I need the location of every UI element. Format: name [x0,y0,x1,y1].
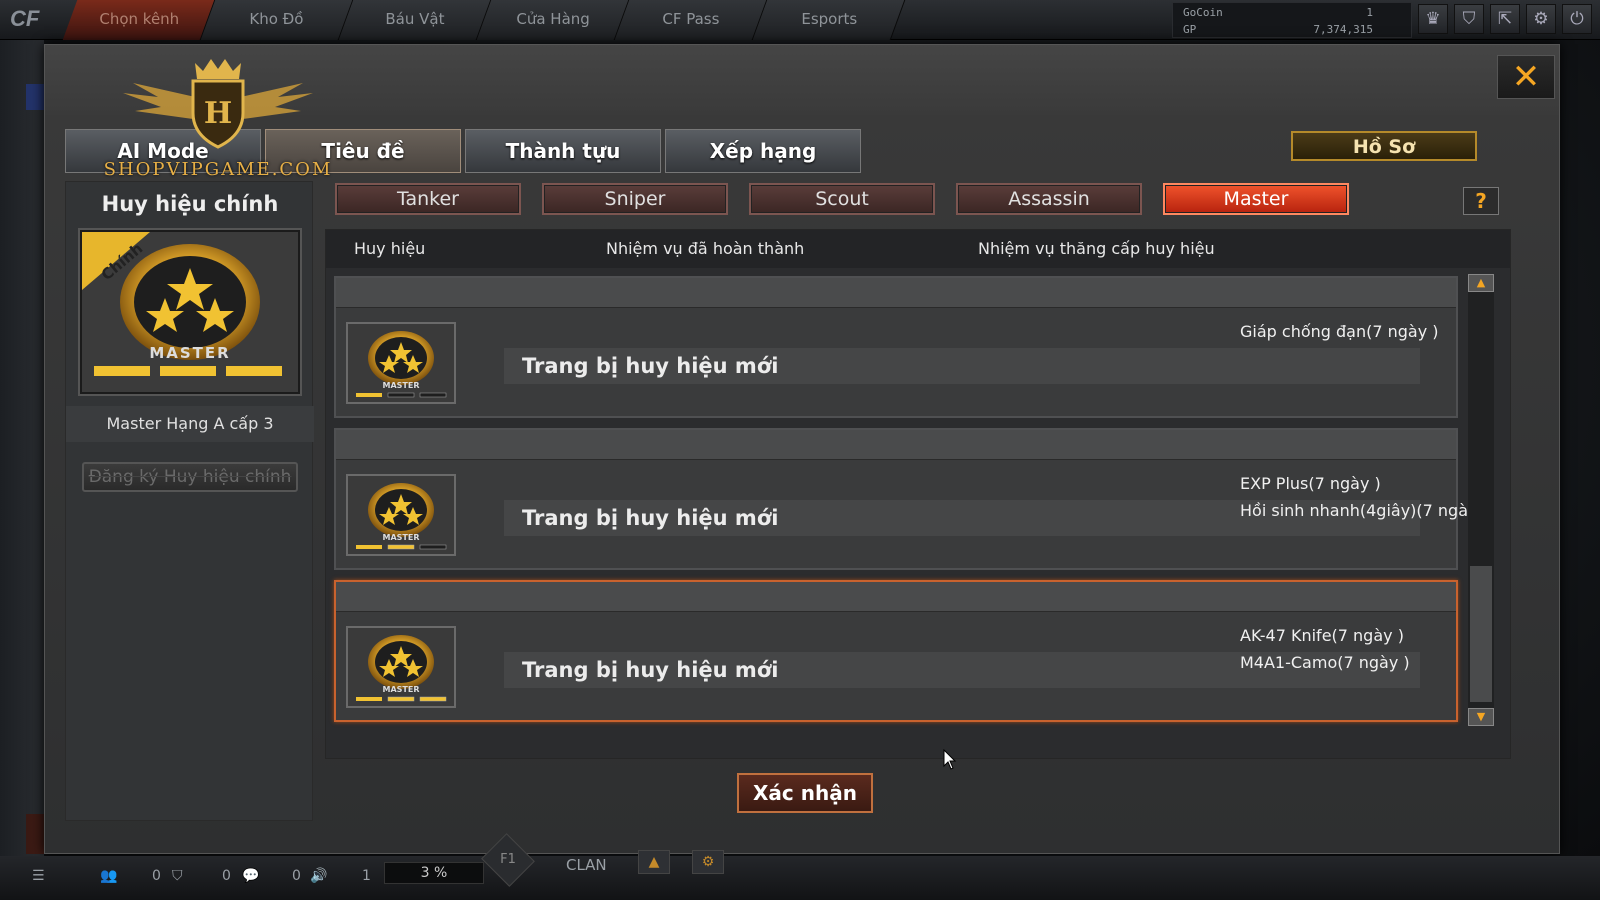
reward-item: AK-47 Knife(7 ngày ) [1240,626,1404,645]
friends-count: 0 [152,868,161,884]
gocoin-value: 1 [1366,6,1373,19]
gocoin-label: GoCoin [1183,6,1223,19]
badge-row[interactable]: MASTER Trang bị huy hiệu mới AK-47 Knife… [334,580,1458,722]
clan-label: CLAN [566,856,607,874]
scroll-thumb[interactable] [1470,566,1492,702]
currency-panel: GoCoin 1 GP 7,374,315 [1172,2,1412,38]
row-badge-label: MASTER [383,685,420,694]
badge-row[interactable]: MASTER Trang bị huy hiệu mới EXP Plus(7 … [334,428,1477,570]
row-badge-label: MASTER [383,381,420,390]
background-blue-tab [26,84,44,110]
rank-icon[interactable]: ♛ [1418,4,1448,34]
badge-master-text: MASTER [149,344,230,362]
menu-list-icon[interactable]: ☰ [32,868,45,884]
column-header-completed: Nhiệm vụ đã hoàn thành [606,239,805,258]
tab-2[interactable]: Thành tựu [465,129,661,173]
nav-item-label: Báu Vật [385,10,445,28]
tab-1[interactable]: Tiêu đề [265,129,461,173]
crossfire-logo: CF [10,6,40,31]
reward-item: EXP Plus(7 ngày ) [1240,474,1381,493]
exit-room-icon[interactable]: ⇱ [1490,4,1520,34]
reward-list: Giáp chống đạn(7 ngày ) [1240,318,1439,345]
nav-item-1[interactable]: Kho Đồ [200,0,354,40]
class-tab-tanker[interactable]: Tanker [335,183,521,215]
clan-settings-gear-icon[interactable]: ⚙ [692,850,724,874]
row-badge-image: MASTER [346,322,456,404]
row-badge-label: MASTER [383,533,420,542]
shield-icon[interactable]: ⛉ [1454,4,1484,34]
f1-label: F1 [500,852,516,867]
badge-row[interactable]: MASTER Trang bị huy hiệu mới Giáp chống … [334,276,1458,418]
nav-item-4[interactable]: CF Pass [614,0,768,40]
class-tabs: Tanker Sniper Scout Assassin Master [335,183,1349,215]
help-button[interactable]: ? [1463,187,1499,215]
tab-0[interactable]: AI Mode [65,129,261,173]
confirm-button[interactable]: Xác nhận [737,773,873,813]
list-scrollbar[interactable]: ▲ ▼ [1468,274,1494,726]
scroll-down-arrow-icon[interactable]: ▼ [1468,708,1494,726]
speaker-icon[interactable]: 🔊 [310,868,327,884]
nav-item-label: Esports [800,10,857,28]
class-tab-scout[interactable]: Scout [749,183,935,215]
main-menu: Chọn kênh Kho Đồ Báu Vật Cửa Hàng CF Pass Esp… [62,0,906,40]
row-header [336,582,1456,612]
class-tab-assassin[interactable]: Assassin [956,183,1142,215]
main-tabs: AI Mode Tiêu đề Thành tựu Xếp hạng [65,129,861,173]
reward-item: Giáp chống đạn(7 ngày ) [1240,322,1439,341]
class-tab-sniper[interactable]: Sniper [542,183,728,215]
nav-item-2[interactable]: Báu Vật [338,0,492,40]
nav-item-label: Cửa Hàng [516,10,590,28]
nav-item-label: CF Pass [662,10,720,28]
main-badge-panel: Huy hiệu chính Chính MASTER Master Hạng … [65,181,314,821]
main-badge-image: Chính MASTER [78,228,302,396]
profile-button[interactable]: Hồ Sơ [1291,131,1477,161]
expand-up-button[interactable]: ▲ [638,850,670,874]
main-badge-title: Huy hiệu chính [101,192,279,216]
mouse-cursor-icon [943,749,957,770]
main-badge-name: Master Hạng A cấp 3 [66,406,314,442]
top-navigation-bar: CF Chọn kênh Kho Đồ Báu Vật Cửa Hàng CF Pass… [0,0,1600,40]
column-header-badge: Huy hiệu [354,239,426,258]
progress-percent: 3 % [384,862,484,884]
nav-item-label: Chọn kênh [98,10,179,28]
badge-dialog: ✕ AI Mode Tiêu đề Thành tựu Xếp hạng Hồ Sơ … [44,44,1560,854]
power-icon[interactable]: ⏻ [1562,4,1592,34]
row-badge-image: MASTER [346,626,456,708]
gp-value: 7,374,315 [1313,23,1373,36]
volume-level: 1 [362,868,371,884]
chat-count: 0 [292,868,301,884]
background-side-strip [0,40,44,860]
nav-item-0[interactable]: Chọn kênh [62,0,216,40]
clan-shield-icon[interactable]: ⛉ [172,868,183,884]
register-main-badge-button[interactable]: Đăng ký Huy hiệu chính [82,462,298,492]
reward-list: AK-47 Knife(7 ngày ) M4A1-Camo(7 ngày ) [1240,622,1410,676]
dialog-header [45,45,1559,115]
reward-item: M4A1-Camo(7 ngày ) [1240,653,1410,672]
gp-label: GP [1183,23,1197,36]
column-headers: Huy hiệu Nhiệm vụ đã hoàn thành Nhiệm vụ… [326,230,1510,268]
class-tab-master[interactable]: Master [1163,183,1349,215]
scroll-up-arrow-icon[interactable]: ▲ [1468,274,1494,292]
nav-item-3[interactable]: Cửa Hàng [476,0,630,40]
row-header [336,278,1456,308]
reward-item: Hồi sinh nhanh(4giây)(7 ngày [1240,501,1478,520]
row-header [336,430,1456,460]
clan-count: 0 [222,868,231,884]
badge-list-area: Huy hiệu Nhiệm vụ đã hoàn thành Nhiệm vụ… [325,229,1511,759]
bottom-status-bar: ☰ 👥 0 ⛉ 0 💬 0 🔊 1 3 % CLAN [0,856,1600,900]
reward-list: EXP Plus(7 ngày ) Hồi sinh nhanh(4giây)(7… [1240,470,1477,524]
close-button[interactable]: ✕ [1497,55,1555,99]
chat-bubble-icon[interactable]: 💬 [242,868,259,884]
settings-gear-icon[interactable]: ⚙ [1526,4,1556,34]
row-badge-image: MASTER [346,474,456,556]
column-header-upgrade: Nhiệm vụ thăng cấp huy hiệu [978,239,1215,258]
game-screen: CF Chọn kênh Kho Đồ Báu Vật Cửa Hàng CF Pass… [0,0,1600,900]
top-icon-group: ♛ ⛉ ⇱ ⚙ ⏻ [1418,4,1592,34]
nav-item-label: Kho Đồ [249,10,304,28]
nav-item-5[interactable]: Esports [752,0,906,40]
tab-3[interactable]: Xếp hạng [665,129,861,173]
friends-icon[interactable]: 👥 [100,868,117,884]
equip-badge-text: Trang bị huy hiệu mới [504,348,1420,384]
